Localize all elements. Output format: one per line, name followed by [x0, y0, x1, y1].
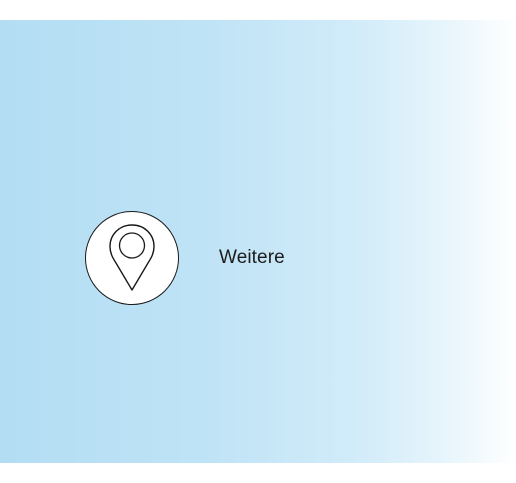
content-panel: Weitere	[0, 20, 516, 463]
location-icon-circle	[85, 211, 179, 305]
location-item-label: Weitere	[219, 247, 285, 268]
map-pin-icon	[109, 224, 155, 291]
location-item-weitere[interactable]: Weitere	[85, 210, 325, 306]
page: Weitere	[0, 0, 516, 483]
